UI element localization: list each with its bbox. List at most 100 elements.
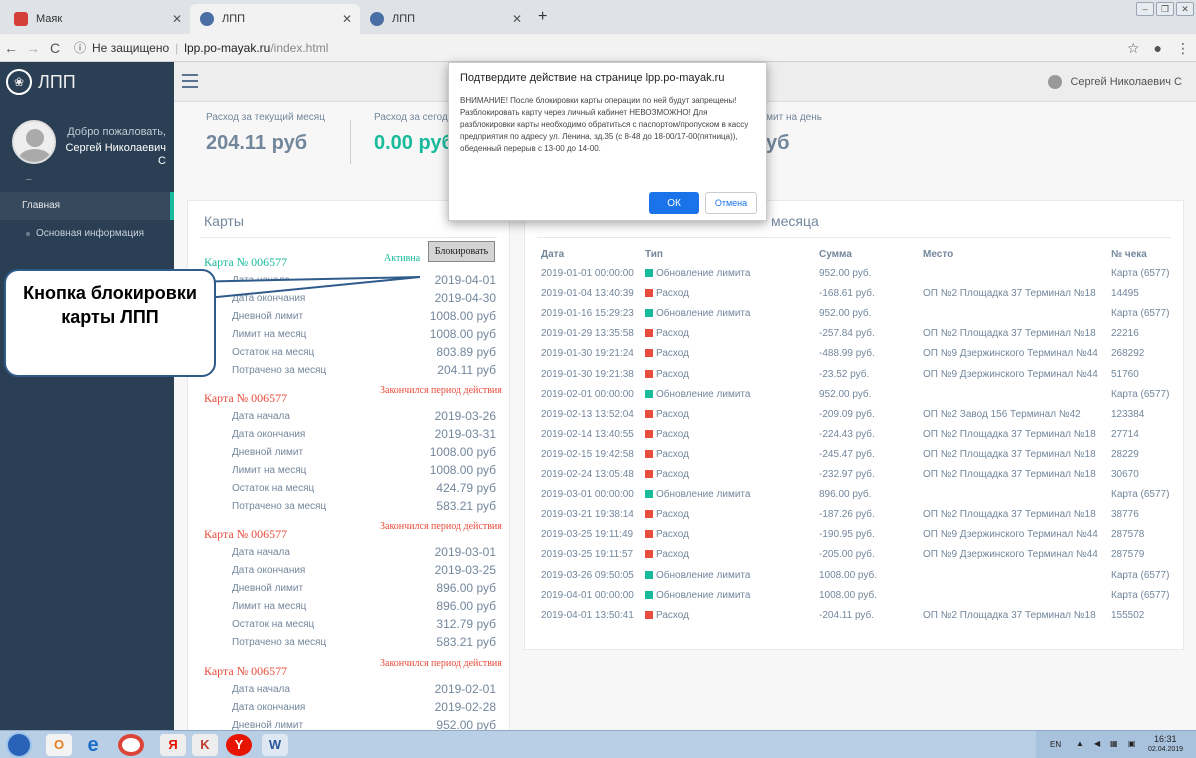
tx-type: Расход — [645, 610, 689, 621]
col-header-date: Дата — [541, 249, 565, 260]
annotation-callout: Кнопка блокировки карты ЛПП — [4, 269, 216, 377]
tx-type-label: Обновление лимита — [656, 268, 751, 279]
back-icon[interactable]: ← — [0, 40, 22, 56]
tx-type-label: Расход — [656, 408, 689, 420]
table-row: 2019-01-01 00:00:00 Обновление лимита 952.… — [525, 265, 1185, 285]
tx-check: 22216 — [1111, 328, 1139, 340]
tx-date: 2019-01-16 15:29:23 — [541, 308, 634, 320]
spend-marker-icon — [645, 610, 653, 619]
card-status-expired: Закончился период действия — [380, 658, 502, 669]
bookmark-star-icon[interactable]: ☆ — [1127, 40, 1140, 57]
tx-sum: -190.95 руб. — [819, 529, 875, 541]
tx-check: Карта (6577) — [1111, 308, 1170, 320]
card-row: Дата окончания 2019-03-25 — [232, 563, 496, 577]
tx-check: Карта (6577) — [1111, 489, 1170, 501]
dialog-title: Подтвердите действие на странице lpp.po-… — [460, 72, 725, 84]
new-tab-button[interactable]: + — [538, 8, 547, 26]
stat-month-spend: Расход за текущий месяц 204.11 руб — [206, 112, 325, 155]
card-row: Дата окончания 2019-02-28 — [232, 700, 496, 714]
table-row: 2019-03-25 19:11:57 Расход -205.00 руб. ОП … — [525, 546, 1185, 566]
tx-type-label: Расход — [656, 549, 689, 561]
taskbar-chrome-icon[interactable] — [118, 734, 144, 756]
tx-sum: -187.26 руб. — [819, 509, 875, 521]
sidebar-item-home[interactable]: Главная — [0, 192, 174, 220]
sidebar-item-main-info[interactable]: Основная информация — [0, 220, 174, 248]
dialog-cancel-button[interactable]: Отмена — [705, 192, 757, 214]
tx-date: 2019-03-26 09:50:05 — [541, 569, 634, 581]
card-status-expired: Закончился период действия — [380, 521, 502, 532]
cards-panel: Карты Блокировать Карта № 006577 Активна… — [187, 200, 510, 740]
tx-place: ОП №2 Площадка 37 Терминал №18 — [923, 288, 1096, 300]
language-indicator[interactable]: EN — [1050, 740, 1061, 749]
restore-icon[interactable]: ❐ — [1156, 2, 1174, 16]
taskbar-word-icon[interactable]: W — [262, 734, 288, 756]
col-header-check: № чека — [1111, 249, 1147, 260]
tx-type: Расход — [645, 288, 689, 299]
volume-icon[interactable]: ◀ — [1094, 739, 1100, 748]
user-name: Сергей Николаевич С — [65, 142, 166, 167]
tx-type: Обновление лимита — [645, 308, 750, 319]
url-field[interactable]: ⓘ Не защищено | lpp.po-mayak.ru /index.h… — [74, 39, 328, 56]
hamburger-menu-icon[interactable] — [182, 74, 198, 88]
tx-place: ОП №9 Дзержинского Терминал №44 — [923, 529, 1098, 541]
minimize-icon[interactable]: – — [1136, 2, 1154, 16]
taskbar-outlook-icon[interactable]: O — [46, 734, 72, 756]
tx-check: 287579 — [1111, 549, 1145, 561]
close-window-icon[interactable]: ✕ — [1176, 2, 1194, 16]
table-row: 2019-03-21 19:38:14 Расход -187.26 руб. ОП … — [525, 506, 1185, 526]
col-header-place: Место — [923, 249, 954, 260]
tx-type: Расход — [645, 509, 689, 520]
card-row: Остаток на месяц 424.79 руб — [232, 481, 496, 495]
sidebar: ❀ ЛПП Добро пожаловать, Сергей Николаеви… — [0, 62, 174, 730]
tx-check: 27714 — [1111, 428, 1139, 440]
tx-type: Обновление лимита — [645, 570, 750, 581]
tx-sum: -209.09 руб. — [819, 408, 875, 420]
taskbar-yandex-icon[interactable]: Я — [160, 734, 186, 756]
tx-sum: 952.00 руб. — [819, 388, 872, 400]
browser-tab-mayak[interactable]: Маяк ✕ — [4, 4, 190, 34]
account-icon[interactable]: ● — [1154, 40, 1162, 57]
tray-arrow-icon[interactable]: ▲ — [1076, 739, 1084, 748]
menu-dots-icon[interactable]: ⋮ — [1176, 40, 1190, 57]
tx-type-label: Расход — [656, 609, 689, 621]
card-title: Карта № 006577 — [204, 527, 288, 541]
spend-marker-icon — [645, 470, 653, 478]
dialog-ok-button[interactable]: ОК — [649, 192, 699, 214]
forward-icon[interactable]: → — [22, 40, 44, 56]
spend-marker-icon — [645, 349, 653, 358]
brand-title: ЛПП — [38, 71, 76, 92]
start-button-icon[interactable] — [6, 732, 32, 758]
network-icon[interactable]: ▦ — [1110, 739, 1118, 748]
stat-today-spend: Расход за сегодня 0.00 руб — [374, 112, 459, 155]
tx-type-label: Расход — [656, 469, 689, 480]
browser-tab-lpp[interactable]: ЛПП ✕ — [360, 4, 530, 34]
block-card-button[interactable]: Блокировать — [428, 241, 495, 262]
info-icon[interactable]: ⓘ — [74, 39, 86, 56]
tx-date: 2019-03-01 00:00:00 — [541, 489, 634, 501]
tx-check: Карта (6577) — [1111, 569, 1170, 581]
close-tab-icon[interactable]: ✕ — [512, 12, 522, 26]
security-label: Не защищено — [92, 40, 170, 55]
top-user-menu[interactable]: Сергей Николаевич С — [1048, 75, 1182, 89]
welcome-text: Добро пожаловать, — [67, 126, 166, 138]
stat-label: Расход за сегодня — [374, 112, 459, 123]
tray-app-icon[interactable]: ▣ — [1128, 739, 1136, 748]
card-row: Остаток на месяц 312.79 руб — [232, 617, 496, 631]
taskbar-kaspersky-icon[interactable]: K — [192, 734, 218, 756]
taskbar-yandex-browser-icon[interactable]: Y — [226, 734, 252, 756]
tx-type-label: Расход — [656, 368, 689, 380]
sidebar-brand[interactable]: ❀ ЛПП — [0, 62, 174, 102]
spend-marker-icon — [645, 429, 653, 438]
col-header-sum: Сумма — [819, 249, 852, 260]
tx-place: ОП №9 Дзержинского Терминал №44 — [923, 549, 1098, 561]
taskbar-ie-icon[interactable]: e — [80, 734, 106, 756]
address-bar: ← → C ⓘ Не защищено | lpp.po-mayak.ru /i… — [0, 34, 1196, 62]
browser-tab-lpp-active[interactable]: ЛПП ✕ — [190, 4, 360, 34]
close-tab-icon[interactable]: ✕ — [342, 12, 352, 26]
limit-marker-icon — [645, 570, 653, 579]
reload-icon[interactable]: C — [44, 40, 66, 56]
tx-place: ОП №2 Площадка 37 Терминал №18 — [923, 328, 1096, 340]
close-tab-icon[interactable]: ✕ — [172, 12, 182, 26]
tx-check: 30670 — [1111, 469, 1139, 480]
tx-sum: 1008.00 руб. — [819, 589, 877, 601]
